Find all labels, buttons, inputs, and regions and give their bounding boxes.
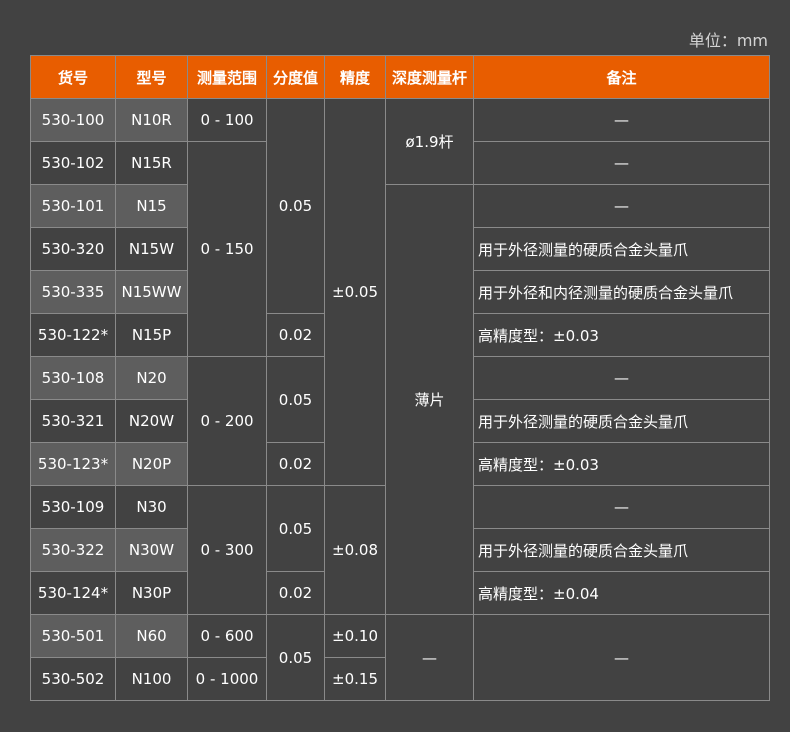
accuracy-cell: ±0.15 [324, 657, 386, 701]
range-cell: 0 - 100 [187, 98, 267, 142]
resolution-cell: 0.05 [266, 485, 325, 572]
model-cell: N15W [115, 227, 188, 271]
table-row: 530-501 N60 0 - 600 0.05 ±0.10 — — [30, 614, 770, 701]
depth-rod-cell: 薄片 [385, 184, 474, 615]
remarks-cell: 用于外径测量的硬质合金头量爪 [473, 528, 770, 572]
accuracy-cell: ±0.10 [324, 614, 386, 658]
col-header-depth-rod: 深度测量杆 [385, 55, 474, 99]
model-cell: N60 [115, 614, 188, 658]
model-cell: N20W [115, 399, 188, 443]
remarks-cell: 高精度型：±0.04 [473, 571, 770, 615]
col-header-resolution: 分度值 [266, 55, 325, 99]
col-header-remarks: 备注 [473, 55, 770, 99]
remarks-cell: 用于外径和内径测量的硬质合金头量爪 [473, 270, 770, 314]
depth-rod-cell: ø1.9杆 [385, 98, 474, 185]
table-row: 530-101 N15 薄片 — [30, 184, 770, 615]
model-cell: N20 [115, 356, 188, 400]
col-header-accuracy: 精度 [324, 55, 386, 99]
resolution-cell: 0.05 [266, 98, 325, 314]
model-cell: N100 [115, 657, 188, 701]
item-no-cell: 530-101 [30, 184, 116, 228]
header-row: 货号 型号 测量范围 分度值 精度 深度测量杆 备注 [30, 55, 770, 99]
table-row: 530-100 N10R 0 - 100 0.05 ±0.05 ø1.9杆 — [30, 98, 770, 486]
model-cell: N10R [115, 98, 188, 142]
col-header-model: 型号 [115, 55, 188, 99]
item-no-cell: 530-108 [30, 356, 116, 400]
spec-table: 货号 型号 测量范围 分度值 精度 深度测量杆 备注 530-100 N10R … [30, 55, 770, 701]
item-no-cell: 530-501 [30, 614, 116, 658]
model-cell: N15 [115, 184, 188, 228]
remarks-cell: 高精度型：±0.03 [473, 442, 770, 486]
remarks-cell: — [473, 98, 770, 142]
model-cell: N30 [115, 485, 188, 529]
remarks-cell: — [473, 356, 770, 400]
model-cell: N30W [115, 528, 188, 572]
item-no-cell: 530-122* [30, 313, 116, 357]
model-cell: N15WW [115, 270, 188, 314]
range-cell: 0 - 300 [187, 485, 267, 615]
item-no-cell: 530-335 [30, 270, 116, 314]
resolution-cell: 0.05 [266, 356, 325, 443]
range-cell: 0 - 1000 [187, 657, 267, 701]
item-no-cell: 530-502 [30, 657, 116, 701]
remarks-cell: — [473, 141, 770, 185]
remarks-cell: 用于外径测量的硬质合金头量爪 [473, 399, 770, 443]
resolution-cell: 0.02 [266, 313, 325, 357]
model-cell: N15R [115, 141, 188, 185]
col-header-item-no: 货号 [30, 55, 116, 99]
accuracy-cell: ±0.05 [324, 98, 386, 486]
item-no-cell: 530-109 [30, 485, 116, 529]
item-no-cell: 530-123* [30, 442, 116, 486]
item-no-cell: 530-322 [30, 528, 116, 572]
range-cell: 0 - 150 [187, 141, 267, 357]
resolution-cell: 0.05 [266, 614, 325, 701]
model-cell: N30P [115, 571, 188, 615]
model-cell: N15P [115, 313, 188, 357]
item-no-cell: 530-100 [30, 98, 116, 142]
remarks-cell: 用于外径测量的硬质合金头量爪 [473, 227, 770, 271]
remarks-cell: — [473, 614, 770, 701]
unit-label: 单位：mm [688, 31, 768, 50]
remarks-cell: — [473, 184, 770, 228]
resolution-cell: 0.02 [266, 571, 325, 615]
model-cell: N20P [115, 442, 188, 486]
range-cell: 0 - 200 [187, 356, 267, 486]
item-no-cell: 530-320 [30, 227, 116, 271]
col-header-range: 测量范围 [187, 55, 267, 99]
item-no-cell: 530-124* [30, 571, 116, 615]
remarks-cell: — [473, 485, 770, 529]
range-cell: 0 - 600 [187, 614, 267, 658]
item-no-cell: 530-321 [30, 399, 116, 443]
accuracy-cell: ±0.08 [324, 485, 386, 615]
item-no-cell: 530-102 [30, 141, 116, 185]
resolution-cell: 0.02 [266, 442, 325, 486]
depth-rod-cell: — [385, 614, 474, 701]
remarks-cell: 高精度型：±0.03 [473, 313, 770, 357]
